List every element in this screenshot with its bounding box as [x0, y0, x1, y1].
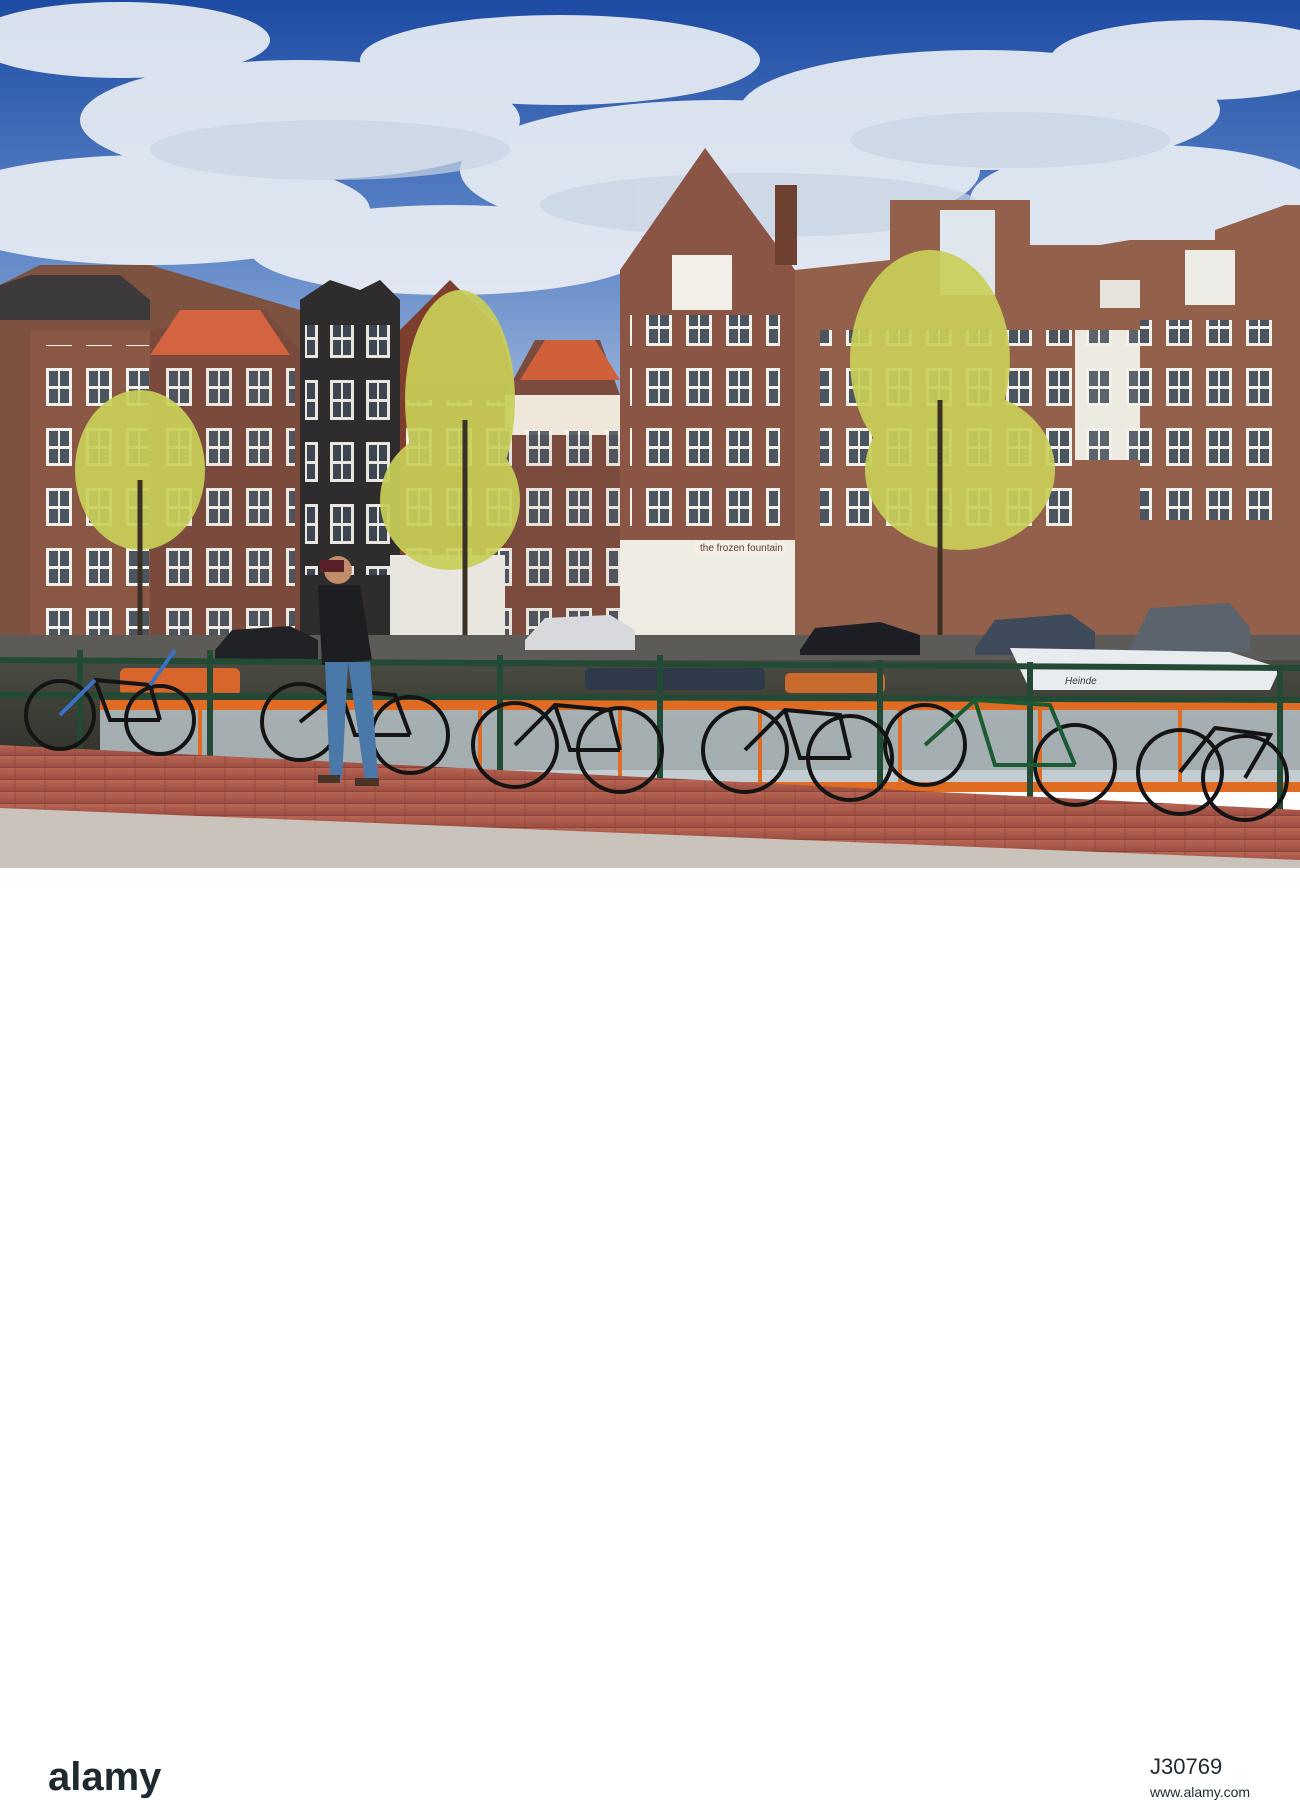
- stock-url: www.alamy.com: [1150, 1784, 1251, 1800]
- stock-image-id: J30769: [1150, 1754, 1223, 1779]
- amsterdam-canal-photo: the frozen fountain Heinde: [0, 0, 1300, 868]
- logo-text: alamy: [48, 1758, 162, 1798]
- watermark-footer: alamy J30769 www.alamy.com: [0, 868, 1300, 1800]
- shop-sign-text: the frozen fountain: [700, 543, 783, 554]
- alamy-logo: alamy: [48, 1758, 162, 1798]
- canal-scene-svg: the frozen fountain Heinde: [0, 0, 1300, 868]
- boat-name-text: Heinde: [1065, 676, 1097, 687]
